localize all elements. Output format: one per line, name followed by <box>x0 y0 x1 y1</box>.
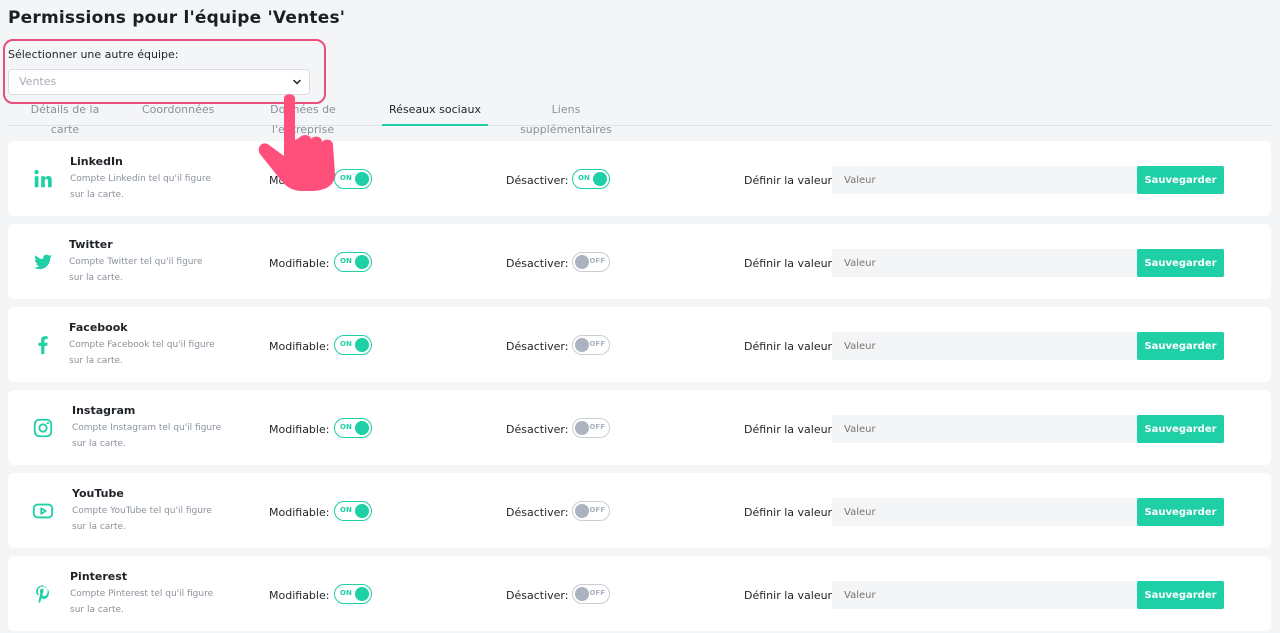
page-title: Permissions pour l'équipe 'Ventes' <box>8 8 346 28</box>
modifiable-toggle[interactable]: ON <box>334 335 372 355</box>
network-description: Compte Facebook tel qu'il figure sur la … <box>69 340 215 366</box>
set-value-label: Définir la valeur: <box>744 257 836 270</box>
value-input[interactable] <box>832 249 1138 277</box>
tab-contact-details[interactable]: Coordonnées <box>142 100 214 126</box>
value-input[interactable] <box>832 166 1138 194</box>
deactivate-toggle[interactable]: OFF <box>572 252 610 272</box>
set-value-label: Définir la valeur: <box>744 423 836 436</box>
save-button[interactable]: Sauvegarder <box>1137 332 1224 360</box>
modifiable-toggle[interactable]: ON <box>334 501 372 521</box>
set-value-label: Définir la valeur: <box>744 340 836 353</box>
set-value-label: Définir la valeur: <box>744 589 836 602</box>
save-button[interactable]: Sauvegarder <box>1137 498 1224 526</box>
network-name: YouTube <box>72 487 124 500</box>
social-row-youtube: YouTube Compte YouTube tel qu'il figure … <box>8 473 1271 548</box>
deactivate-toggle[interactable]: OFF <box>572 584 610 604</box>
modifiable-label: Modifiable: <box>269 506 330 519</box>
modifiable-toggle[interactable]: ON <box>334 584 372 604</box>
deactivate-toggle[interactable]: OFF <box>572 418 610 438</box>
deactivate-toggle[interactable]: OFF <box>572 501 610 521</box>
modifiable-label: Modifiable: <box>269 589 330 602</box>
set-value-label: Définir la valeur: <box>744 506 836 519</box>
value-input[interactable] <box>832 415 1138 443</box>
value-input[interactable] <box>832 581 1138 609</box>
chevron-down-icon <box>293 79 301 85</box>
modifiable-label: Modifiable: <box>269 257 330 270</box>
team-select-label: Sélectionner une autre équipe: <box>8 48 179 61</box>
social-row-linkedin: LinkedIn Compte Linkedin tel qu'il figur… <box>8 141 1271 216</box>
deactivate-toggle[interactable]: OFF <box>572 335 610 355</box>
modifiable-label: Modifiable: <box>269 340 330 353</box>
save-button[interactable]: Sauvegarder <box>1137 581 1224 609</box>
network-description: Compte Linkedin tel qu'il figure sur la … <box>70 174 211 200</box>
tab-card-details[interactable]: Détails de la carte <box>20 100 110 136</box>
pinterest-icon <box>36 585 49 604</box>
value-input[interactable] <box>832 332 1138 360</box>
save-button[interactable]: Sauvegarder <box>1137 249 1224 277</box>
deactivate-label: Désactiver: <box>506 589 569 602</box>
hand-pointer-icon <box>258 94 335 191</box>
linkedin-icon <box>34 170 52 188</box>
network-name: Instagram <box>72 404 136 417</box>
network-name: LinkedIn <box>70 155 123 168</box>
network-description: Compte Instagram tel qu'il figure sur la… <box>72 423 222 449</box>
deactivate-label: Désactiver: <box>506 257 569 270</box>
social-row-instagram: Instagram Compte Instagram tel qu'il fig… <box>8 390 1271 465</box>
team-select-group: Sélectionner une autre équipe: Ventes <box>8 48 310 95</box>
network-name: Twitter <box>69 238 113 251</box>
social-row-facebook: Facebook Compte Facebook tel qu'il figur… <box>8 307 1271 382</box>
deactivate-label: Désactiver: <box>506 340 569 353</box>
facebook-icon <box>38 336 48 355</box>
instagram-icon <box>33 418 53 438</box>
modifiable-toggle[interactable]: ON <box>334 252 372 272</box>
deactivate-label: Désactiver: <box>506 506 569 519</box>
deactivate-label: Désactiver: <box>506 174 569 187</box>
youtube-icon <box>32 503 54 519</box>
tab-social-networks[interactable]: Réseaux sociaux <box>382 100 488 126</box>
social-row-pinterest: Pinterest Compte Pinterest tel qu'il fig… <box>8 556 1271 631</box>
network-description: Compte Pinterest tel qu'il figure sur la… <box>70 589 214 615</box>
tab-additional-links[interactable]: Liens supplémentaires <box>508 100 624 136</box>
save-button[interactable]: Sauvegarder <box>1137 166 1224 194</box>
twitter-icon <box>33 254 53 270</box>
network-name: Pinterest <box>70 570 128 583</box>
modifiable-toggle[interactable]: ON <box>334 418 372 438</box>
network-description: Compte Twitter tel qu'il figure sur la c… <box>69 257 203 283</box>
network-name: Facebook <box>69 321 128 334</box>
set-value-label: Définir la valeur: <box>744 174 836 187</box>
value-input[interactable] <box>832 498 1138 526</box>
modifiable-label: Modifiable: <box>269 423 330 436</box>
team-select-value: Ventes <box>19 75 57 88</box>
network-description: Compte YouTube tel qu'il figure sur la c… <box>72 506 212 532</box>
deactivate-toggle[interactable]: ON <box>572 169 610 189</box>
social-row-twitter: Twitter Compte Twitter tel qu'il figure … <box>8 224 1271 299</box>
deactivate-label: Désactiver: <box>506 423 569 436</box>
save-button[interactable]: Sauvegarder <box>1137 415 1224 443</box>
tab-bar: Détails de la carte Coordonnées Données … <box>8 100 1272 136</box>
